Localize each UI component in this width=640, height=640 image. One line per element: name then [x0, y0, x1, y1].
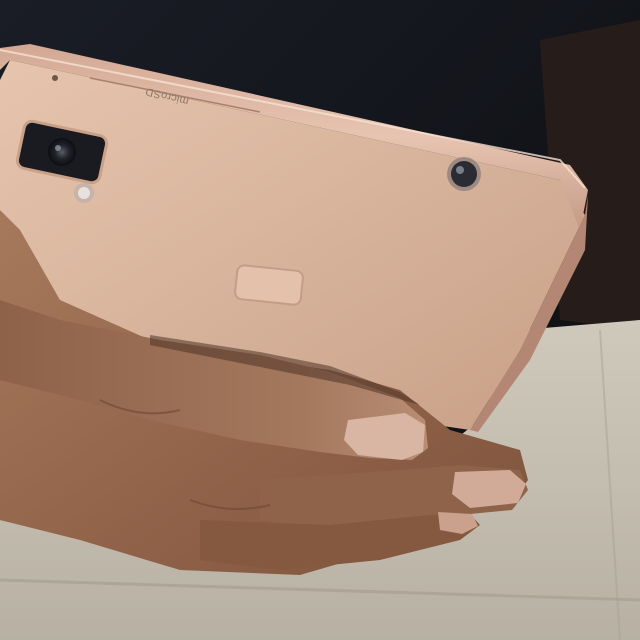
photo-illustration — [0, 0, 640, 640]
camera-lens-glint — [55, 145, 61, 151]
fingerprint-sensor — [234, 264, 304, 306]
headphone-jack-hole — [451, 161, 477, 187]
sim-eject-pin-hole — [52, 75, 58, 81]
flash-led — [78, 187, 90, 199]
camera-lens — [48, 138, 76, 166]
fingernail-lower — [452, 470, 526, 508]
thumbnail — [344, 413, 425, 460]
photo-scene: microSD — [0, 0, 640, 640]
headphone-jack-reflection — [456, 166, 464, 174]
